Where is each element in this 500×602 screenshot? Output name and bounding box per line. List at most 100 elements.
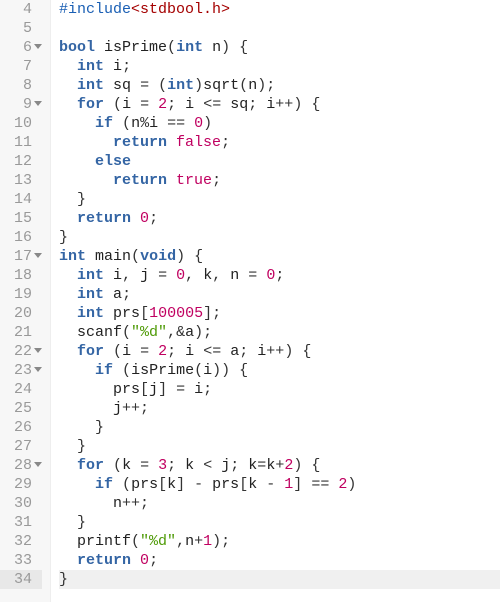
whitespace	[59, 210, 77, 227]
code-line[interactable]: int a;	[59, 285, 500, 304]
token-ident: i	[113, 267, 122, 284]
code-line[interactable]: else	[59, 152, 500, 171]
token-punct: ,	[212, 267, 221, 284]
token-keyword: if	[95, 115, 113, 132]
code-line[interactable]: for (i = 2; i <= sq; i++) {	[59, 95, 500, 114]
code-line[interactable]: int main(void) {	[59, 247, 500, 266]
token-punct: }	[59, 571, 68, 588]
token-op: -	[266, 476, 275, 493]
code-line[interactable]: int i;	[59, 57, 500, 76]
token-bool: true	[176, 172, 212, 189]
code-line[interactable]: return false;	[59, 133, 500, 152]
code-line[interactable]: for (k = 3; k < j; k=k+2) {	[59, 456, 500, 475]
token-punct: (	[239, 77, 248, 94]
token-punct: )	[194, 324, 203, 341]
whitespace	[149, 77, 158, 94]
token-ident: k	[185, 457, 194, 474]
token-func: sqrt	[203, 77, 239, 94]
line-number-gutter[interactable]: 4567891011121314151617181920212223242526…	[0, 0, 51, 602]
line-number: 18	[0, 266, 42, 285]
code-line[interactable]: int i, j = 0, k, n = 0;	[59, 266, 500, 285]
token-ident: n	[212, 39, 221, 56]
code-line[interactable]: n++;	[59, 494, 500, 513]
code-line[interactable]: }	[59, 190, 500, 209]
line-number-fold[interactable]: 17	[0, 247, 42, 266]
code-line[interactable]: if (isPrime(i)) {	[59, 361, 500, 380]
token-punct: [	[239, 476, 248, 493]
whitespace	[149, 267, 158, 284]
code-line[interactable]: prs[j] = i;	[59, 380, 500, 399]
code-line[interactable]: if (prs[k] - prs[k - 1] == 2)	[59, 475, 500, 494]
line-number-fold[interactable]: 28	[0, 456, 42, 475]
code-line[interactable]: if (n%i == 0)	[59, 114, 500, 133]
whitespace	[59, 96, 77, 113]
token-punct: (	[113, 96, 122, 113]
line-number-fold[interactable]: 6	[0, 38, 42, 57]
token-type: int	[77, 305, 104, 322]
token-func: scanf	[77, 324, 122, 341]
token-num: 1	[284, 476, 293, 493]
token-punct: ;	[275, 267, 284, 284]
code-editor[interactable]: 4567891011121314151617181920212223242526…	[0, 0, 500, 602]
whitespace	[185, 381, 194, 398]
token-keyword: for	[77, 343, 104, 360]
token-punct: {	[239, 39, 248, 56]
whitespace	[59, 267, 77, 284]
code-line[interactable]: }	[59, 437, 500, 456]
code-line[interactable]: for (i = 2; i <= a; i++) {	[59, 342, 500, 361]
whitespace	[59, 400, 113, 417]
token-type: int	[77, 286, 104, 303]
token-ident: a	[185, 324, 194, 341]
code-line[interactable]	[59, 19, 500, 38]
code-line[interactable]: }	[59, 228, 500, 247]
line-number-fold[interactable]: 22	[0, 342, 42, 361]
whitespace	[149, 343, 158, 360]
token-ident: i	[149, 115, 158, 132]
line-number-fold[interactable]: 23	[0, 361, 42, 380]
code-line[interactable]: }	[59, 570, 500, 589]
token-punct: )	[221, 362, 230, 379]
token-ident: n	[248, 77, 257, 94]
token-punct: {	[311, 457, 320, 474]
code-line[interactable]: printf("%d",n+1);	[59, 532, 500, 551]
line-number: 24	[0, 380, 42, 399]
token-ident: a	[230, 343, 239, 360]
line-number: 10	[0, 114, 42, 133]
token-op: <	[203, 457, 212, 474]
code-line[interactable]: #include<stdbool.h>	[59, 0, 500, 19]
token-ident: j	[140, 267, 149, 284]
token-op: ==	[311, 476, 329, 493]
token-punct: (	[158, 77, 167, 94]
code-area[interactable]: #include<stdbool.h> bool isPrime(int n) {…	[51, 0, 500, 602]
code-line[interactable]: return true;	[59, 171, 500, 190]
line-number-fold[interactable]: 9	[0, 95, 42, 114]
token-punct: ;	[149, 210, 158, 227]
token-ident: prs	[113, 305, 140, 322]
token-punct: (	[122, 115, 131, 132]
token-ident: sq	[230, 96, 248, 113]
code-line[interactable]: int sq = (int)sqrt(n);	[59, 76, 500, 95]
whitespace	[59, 172, 113, 189]
code-line[interactable]: j++;	[59, 399, 500, 418]
code-line[interactable]: int prs[100005];	[59, 304, 500, 323]
token-punct: )	[347, 476, 356, 493]
code-line[interactable]: return 0;	[59, 551, 500, 570]
code-line[interactable]: return 0;	[59, 209, 500, 228]
code-line[interactable]: scanf("%d",&a);	[59, 323, 500, 342]
code-line[interactable]: }	[59, 418, 500, 437]
whitespace	[239, 457, 248, 474]
whitespace	[248, 343, 257, 360]
whitespace	[131, 552, 140, 569]
whitespace	[59, 343, 77, 360]
token-punct: [	[158, 476, 167, 493]
token-punct: )	[293, 96, 302, 113]
token-type: int	[176, 39, 203, 56]
line-number: 19	[0, 285, 42, 304]
code-line[interactable]: bool isPrime(int n) {	[59, 38, 500, 57]
whitespace	[131, 267, 140, 284]
code-line[interactable]: }	[59, 513, 500, 532]
whitespace	[176, 343, 185, 360]
whitespace	[221, 343, 230, 360]
whitespace	[167, 172, 176, 189]
line-number: 15	[0, 209, 42, 228]
